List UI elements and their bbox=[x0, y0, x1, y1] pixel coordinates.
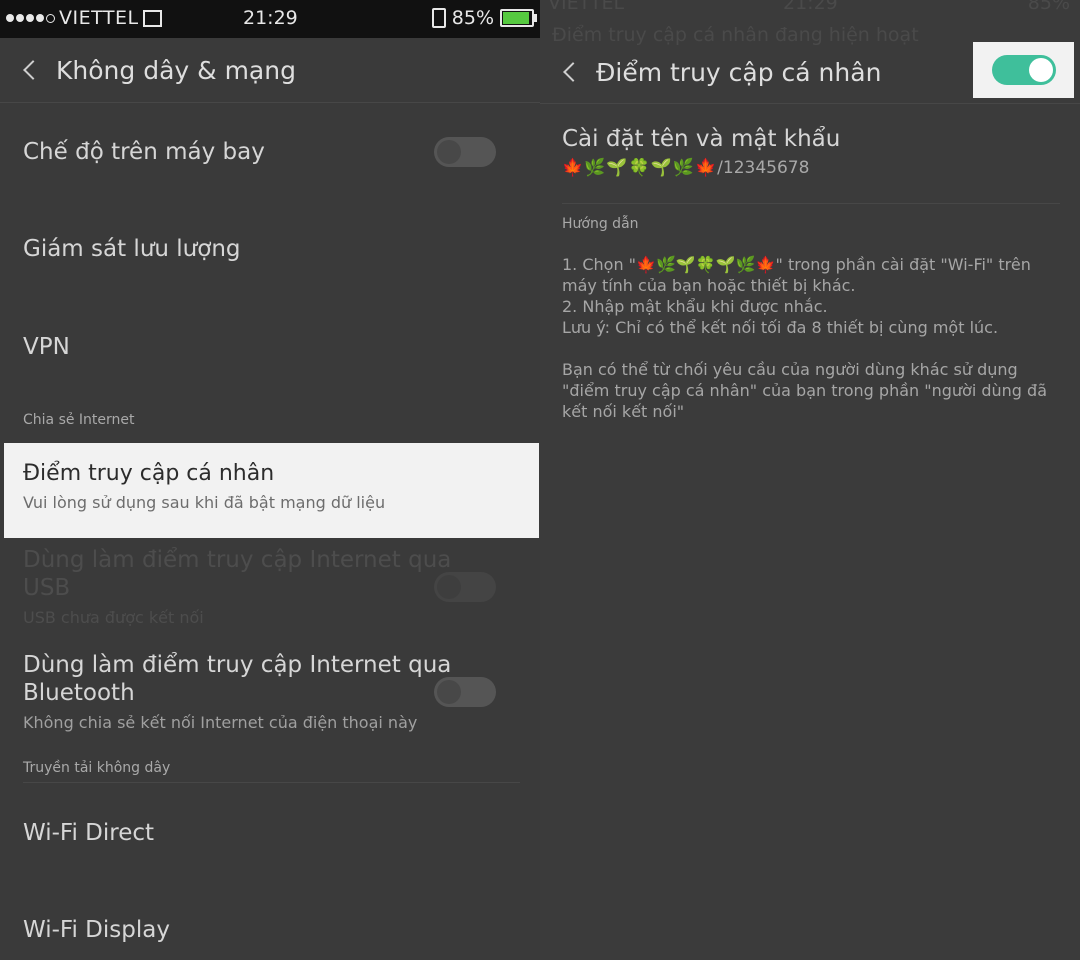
divider bbox=[23, 782, 520, 783]
guide-heading: Hướng dẫn bbox=[562, 216, 639, 232]
vpn-label[interactable]: VPN bbox=[23, 334, 70, 360]
right-screen: VIETTEL 21:29 85% Điểm truy cập cá nhân … bbox=[540, 0, 1080, 960]
header: Không dây & mạng bbox=[0, 38, 540, 102]
section-wireless-transfer: Truyền tải không dây bbox=[23, 760, 171, 776]
status-bar: VIETTEL 21:29 85% bbox=[0, 0, 540, 38]
left-screen: VIETTEL 21:29 85% Không dây & mạng Chế đ… bbox=[0, 0, 540, 960]
divider bbox=[540, 103, 1080, 104]
wifi-direct-label[interactable]: Wi-Fi Direct bbox=[23, 820, 154, 846]
guide-line: 1. Chọn "🍁🌿🌱🍀🌱🌿🍁" trong phần cài đặt "Wi… bbox=[562, 255, 1031, 274]
guide-line: máy tính của bạn hoặc thiết bị khác. bbox=[562, 276, 856, 295]
bt-tether-sub: Không chia sẻ kết nối Internet của điện … bbox=[23, 713, 418, 732]
hotspot-title: Điểm truy cập cá nhân bbox=[23, 461, 275, 486]
hotspot-item[interactable]: Điểm truy cập cá nhân Vui lòng sử dụng s… bbox=[4, 443, 539, 538]
ghost-carrier: VIETTEL bbox=[548, 0, 625, 14]
divider bbox=[0, 102, 540, 103]
usb-tether-toggle[interactable] bbox=[434, 572, 496, 602]
usb-tether-line2: USB bbox=[23, 575, 71, 601]
guide-line: 2. Nhập mật khẩu khi được nhắc. bbox=[562, 297, 828, 316]
battery-percent: 85% bbox=[451, 7, 494, 29]
setup-name-password[interactable]: Cài đặt tên và mật khẩu bbox=[562, 126, 840, 152]
vibrate-icon bbox=[431, 8, 446, 28]
ghost-battery: 85% bbox=[1027, 0, 1070, 14]
back-arrow-icon[interactable] bbox=[563, 62, 583, 82]
hotspot-toggle[interactable] bbox=[992, 55, 1056, 85]
back-arrow-icon[interactable] bbox=[23, 60, 43, 80]
ghost-clock: 21:29 bbox=[783, 0, 838, 14]
usb-tether-sub: USB chưa được kết nối bbox=[23, 608, 204, 627]
bt-tether-toggle[interactable] bbox=[434, 677, 496, 707]
usb-tether-line1: Dùng làm điểm truy cập Internet qua bbox=[23, 547, 452, 573]
battery-icon bbox=[500, 9, 537, 27]
page-title: Không dây & mạng bbox=[56, 55, 296, 85]
divider bbox=[562, 203, 1060, 204]
airplane-mode-toggle[interactable] bbox=[434, 137, 496, 167]
bt-tether-line1[interactable]: Dùng làm điểm truy cập Internet qua bbox=[23, 652, 451, 678]
gallery-icon bbox=[142, 9, 162, 27]
data-usage-label[interactable]: Giám sát lưu lượng bbox=[23, 236, 241, 262]
status-right: 85% bbox=[431, 7, 537, 29]
password: /12345678 bbox=[717, 158, 810, 178]
guide-line: Bạn có thể từ chối yêu cầu của người dùn… bbox=[562, 360, 1018, 379]
hotspot-toggle-highlight bbox=[973, 42, 1074, 98]
guide-line: Lưu ý: Chỉ có thể kết nối tối đa 8 thiết… bbox=[562, 318, 999, 337]
bt-tether-line2[interactable]: Bluetooth bbox=[23, 680, 135, 706]
hotspot-subtitle: Vui lòng sử dụng sau khi đã bật mạng dữ … bbox=[23, 493, 386, 512]
guide-line: "điểm truy cập cá nhân" của bạn trong ph… bbox=[562, 381, 1047, 400]
carrier-name: VIETTEL bbox=[59, 7, 139, 29]
clock: 21:29 bbox=[243, 7, 298, 29]
page-title: Điểm truy cập cá nhân bbox=[596, 57, 882, 87]
guide-text: 1. Chọn "🍁🌿🌱🍀🌱🌿🍁" trong phần cài đặt "Wi… bbox=[562, 254, 1058, 422]
airplane-mode-label[interactable]: Chế độ trên máy bay bbox=[23, 139, 265, 165]
wifi-display-label[interactable]: Wi-Fi Display bbox=[23, 917, 170, 943]
carrier: VIETTEL bbox=[6, 7, 162, 29]
network-name: 🍁🌿🌱🍀🌱🌿🍁 bbox=[562, 158, 718, 178]
section-internet-sharing: Chia sẻ Internet bbox=[23, 412, 135, 428]
guide-line: kết nối kết nối" bbox=[562, 402, 685, 421]
ghost-status-bar: VIETTEL 21:29 85% bbox=[540, 0, 1080, 22]
signal-icon bbox=[6, 13, 55, 23]
network-credentials: 🍁🌿🌱🍀🌱🌿🍁/12345678 bbox=[562, 158, 809, 178]
